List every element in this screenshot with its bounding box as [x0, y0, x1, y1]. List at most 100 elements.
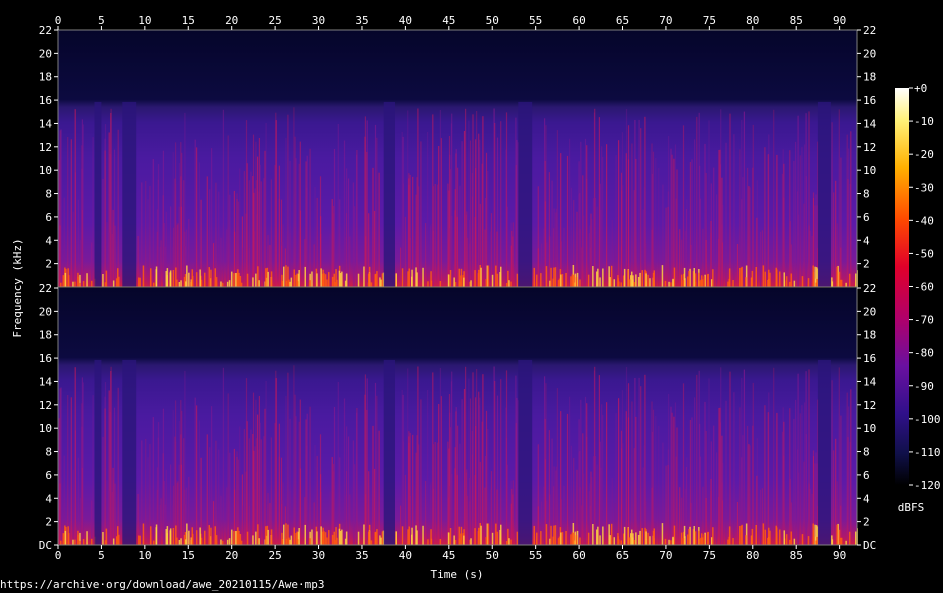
spectral-streak [708, 120, 710, 287]
low-freq-energy [226, 281, 229, 287]
spectral-streak [227, 135, 229, 287]
low-freq-energy [240, 540, 243, 545]
spectral-streak [329, 233, 331, 287]
low-freq-energy [649, 536, 651, 545]
low-freq-energy [430, 280, 433, 287]
low-freq-energy [304, 266, 306, 287]
low-freq-energy [682, 538, 685, 545]
low-freq-energy [647, 274, 649, 287]
x-tick-label: 0 [55, 549, 62, 562]
low-freq-energy [336, 279, 338, 287]
y-tick-label: 22 [863, 282, 876, 295]
spectral-streak [455, 411, 457, 545]
spectral-streak [586, 145, 588, 287]
low-freq-energy [255, 531, 257, 545]
low-freq-energy [570, 276, 572, 287]
spectral-streak [92, 395, 94, 545]
low-freq-energy [552, 278, 554, 287]
y-tick-label: 22 [863, 24, 876, 37]
low-freq-energy [751, 535, 753, 545]
spectral-streak [665, 465, 667, 545]
low-freq-energy [427, 281, 429, 287]
low-freq-energy [645, 531, 647, 545]
low-freq-energy [367, 282, 370, 287]
low-freq-energy [460, 275, 462, 287]
spectral-streak [145, 180, 147, 287]
low-freq-energy [561, 274, 564, 287]
low-freq-energy [573, 532, 575, 545]
spectral-streak [447, 441, 449, 545]
low-freq-energy [637, 535, 640, 545]
low-freq-energy [533, 525, 535, 545]
low-freq-energy [573, 274, 575, 287]
spectral-streak [494, 381, 496, 545]
spectral-streak [710, 479, 712, 545]
spectral-streak [432, 372, 434, 545]
low-freq-energy [86, 273, 88, 287]
spectral-streak [218, 449, 220, 545]
x-axis-label: Time (s) [431, 568, 484, 581]
spectral-streak [594, 108, 596, 287]
low-freq-energy [684, 536, 686, 545]
low-freq-energy [178, 282, 181, 287]
colorbar-tick-label: -30 [914, 181, 934, 194]
low-freq-energy [545, 266, 548, 287]
spectral-streak [580, 141, 582, 287]
low-freq-energy [680, 532, 683, 545]
spectral-streak [331, 457, 333, 545]
spectral-streak [676, 169, 678, 287]
low-freq-energy [516, 273, 519, 287]
spectral-streak [108, 232, 110, 287]
low-freq-energy [316, 531, 318, 545]
low-freq-energy [370, 282, 373, 287]
low-freq-energy [672, 536, 674, 545]
low-freq-energy [474, 528, 476, 545]
low-freq-energy [579, 537, 581, 545]
spectral-streak [366, 409, 368, 545]
spectral-streak [808, 483, 810, 545]
spectral-streak [356, 154, 358, 287]
low-freq-energy [701, 275, 703, 287]
spectral-streak [59, 483, 61, 545]
spectral-streak [404, 216, 406, 287]
spectral-streak [278, 423, 280, 545]
low-freq-energy [298, 528, 300, 545]
low-freq-energy [200, 279, 203, 287]
low-freq-energy [536, 532, 538, 545]
spectral-streak [465, 472, 467, 545]
spectral-streak [556, 388, 558, 545]
spectral-streak [117, 129, 119, 287]
spectral-streak [349, 236, 351, 287]
y-tick-label: 20 [39, 47, 52, 60]
low-freq-energy [415, 525, 417, 545]
spectral-streak [583, 215, 585, 287]
x-tick-label: 70 [659, 14, 672, 27]
low-freq-energy [331, 534, 334, 545]
low-freq-energy [374, 532, 376, 545]
low-freq-energy [331, 276, 334, 287]
low-freq-energy [745, 277, 747, 287]
low-freq-energy [374, 274, 376, 287]
quiet-segment [817, 359, 831, 545]
spectral-streak [440, 138, 442, 287]
low-freq-energy [74, 281, 76, 287]
spectral-streak [510, 245, 512, 287]
low-freq-energy [495, 523, 497, 545]
low-freq-energy [620, 282, 622, 287]
low-freq-energy [258, 280, 260, 287]
low-freq-energy [741, 266, 743, 287]
x-tick-label: 30 [312, 549, 325, 562]
spectral-streak [314, 444, 316, 545]
spectral-streak [710, 221, 712, 287]
low-freq-energy [333, 531, 335, 545]
y-tick-label: 4 [45, 492, 52, 505]
spectral-streak [263, 436, 265, 545]
low-freq-energy [789, 539, 791, 545]
spectral-streak [194, 139, 196, 287]
spectral-streak [679, 487, 681, 545]
spectral-streak [337, 124, 339, 287]
low-freq-energy [338, 270, 341, 287]
low-freq-energy [597, 526, 599, 545]
spectral-streak [563, 227, 565, 287]
spectral-streak [196, 147, 198, 287]
